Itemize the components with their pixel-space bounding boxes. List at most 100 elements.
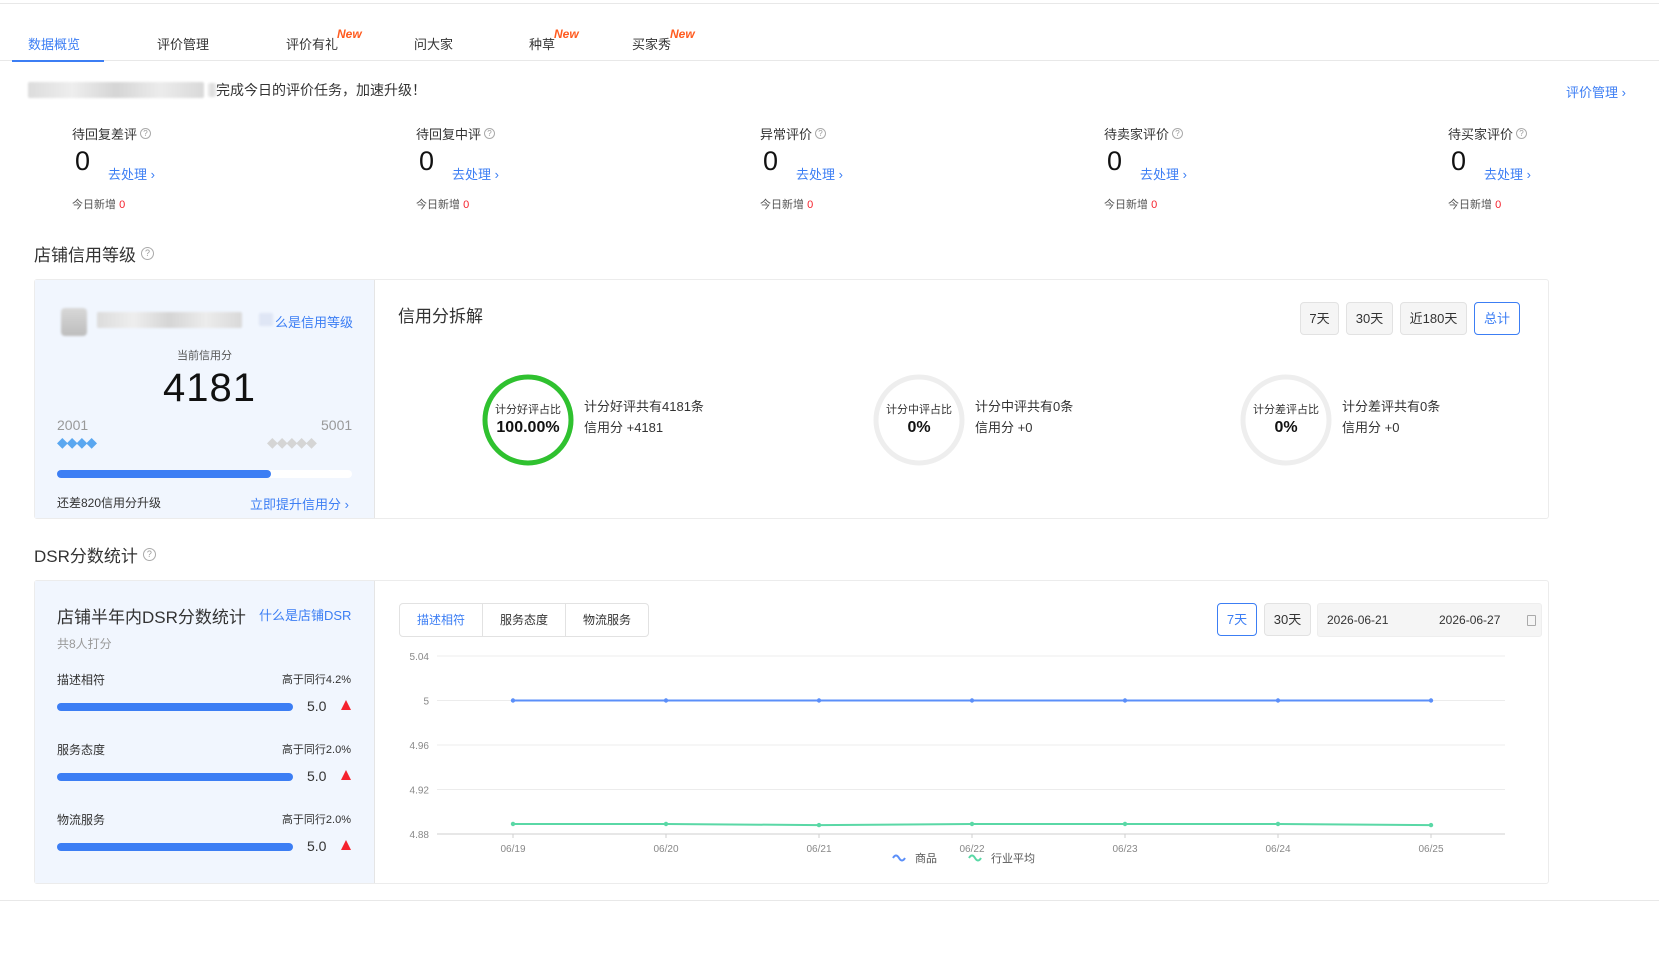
dsr-score: 5.0 <box>307 698 327 714</box>
today-new: 今日新增 0 <box>1448 199 1502 211</box>
tab-review-management[interactable]: 评价管理 <box>157 34 209 53</box>
dsr-period-7d-button[interactable]: 7天 <box>1217 603 1257 636</box>
stat-value: 0 <box>419 146 435 176</box>
stat-card: 异常评价? 0 去处理 › 今日新增 0 <box>760 124 940 211</box>
help-icon[interactable]: ? <box>141 247 154 260</box>
legend-swatch <box>892 854 906 862</box>
y-tick-label: 5.04 <box>410 652 430 663</box>
data-point <box>663 698 669 703</box>
data-point <box>969 821 975 827</box>
y-tick-label: 4.88 <box>410 830 430 841</box>
x-tick-label: 06/25 <box>1418 844 1443 855</box>
data-point <box>816 822 822 828</box>
current-credit-value: 4181 <box>163 366 256 410</box>
ring-percent: 0% <box>1274 419 1298 436</box>
blurred-fragment <box>259 313 273 326</box>
stat-card: 待回复中评? 0 去处理 › 今日新增 0 <box>416 124 596 211</box>
help-icon[interactable]: ? <box>1516 128 1528 139</box>
go-process-link[interactable]: 去处理 › <box>796 164 843 183</box>
period-180d-button[interactable]: 近180天 <box>1400 302 1467 335</box>
segment-service[interactable]: 服务态度 <box>483 604 567 636</box>
data-point <box>816 698 822 703</box>
review-manage-link[interactable]: 评价管理 › <box>1566 82 1626 101</box>
dsr-row-compare: 高于同行2.0% <box>281 814 351 826</box>
stat-value: 0 <box>1451 146 1467 176</box>
notice-bar: 完成今日的评价任务，加速升级！ <box>28 80 426 100</box>
dsr-row-label: 描述相符 <box>57 673 106 687</box>
dsr-card-title: 店铺半年内DSR分数统计 <box>57 608 246 627</box>
data-point <box>1275 698 1281 703</box>
segment-logistics[interactable]: 物流服务 <box>566 604 648 636</box>
help-icon[interactable]: ? <box>142 548 156 561</box>
dsr-section-title: DSR分数统计? <box>34 542 156 567</box>
stat-value: 0 <box>763 146 779 176</box>
what-is-dsr-link[interactable]: 什么是店铺DSR <box>259 605 351 624</box>
legend-swatch <box>968 854 982 862</box>
tab-overview[interactable]: 数据概览 <box>28 34 80 53</box>
y-tick-label: 4.96 <box>410 741 430 752</box>
breakdown-title: 信用分拆解 <box>398 307 483 326</box>
legend-label: 商品 <box>915 851 937 865</box>
data-point <box>1122 698 1128 703</box>
tab-buyer-show[interactable]: 买家秀 New <box>632 27 695 53</box>
help-icon[interactable]: ? <box>140 128 152 139</box>
tab-seeding[interactable]: 种草 New <box>529 27 579 53</box>
go-process-link[interactable]: 去处理 › <box>108 164 155 183</box>
x-tick-label: 06/24 <box>1265 844 1290 855</box>
y-tick-label: 4.92 <box>410 786 430 797</box>
go-process-link[interactable]: 去处理 › <box>452 164 499 183</box>
credit-progress-fill <box>57 470 271 478</box>
help-icon[interactable]: ? <box>484 128 496 139</box>
period-7d-button[interactable]: 7天 <box>1300 302 1339 335</box>
dsr-metric-selector: 描述相符 服务态度 物流服务 <box>399 603 650 637</box>
data-point <box>969 698 975 703</box>
data-point <box>1428 698 1434 703</box>
help-icon[interactable]: ? <box>815 128 827 139</box>
segment-description[interactable]: 描述相符 <box>400 604 484 636</box>
tab-ask-everyone[interactable]: 问大家 <box>414 34 453 53</box>
x-tick-label: 06/19 <box>500 844 525 855</box>
period-30d-button[interactable]: 30天 <box>1346 302 1393 335</box>
ring-label: 计分好评占比 <box>495 404 561 416</box>
date-start: 2026-06-21 <box>1327 613 1389 627</box>
ratio-ring: 计分中评占比 0% <box>871 372 967 468</box>
current-credit-label: 当前信用分 <box>177 350 232 362</box>
go-process-link[interactable]: 去处理 › <box>1140 164 1187 183</box>
date-range-picker[interactable]: 2026-06-21 2026-06-27 <box>1317 603 1542 637</box>
trend-up-icon <box>341 770 351 780</box>
period-total-button[interactable]: 总计 <box>1474 302 1520 335</box>
dsr-row-label: 物流服务 <box>57 813 106 827</box>
x-tick-label: 06/20 <box>653 844 678 855</box>
data-point <box>1122 821 1128 827</box>
today-new: 今日新增 0 <box>1104 199 1158 211</box>
tab-review-gift[interactable]: 评价有礼 New <box>286 27 362 53</box>
go-process-link[interactable]: 去处理 › <box>1484 164 1531 183</box>
ratio-ring: 计分好评占比 100.00% <box>480 372 576 468</box>
ratio-ring: 计分差评占比 0% <box>1238 372 1334 468</box>
ring-description: 计分中评共有0条 信用分 +0 <box>975 399 1074 435</box>
tab-bar: 数据概览 评价管理 评价有礼 New 问大家 种草 New 买家秀 New <box>0 4 1659 62</box>
dsr-score: 5.0 <box>307 768 327 784</box>
dsr-line-chart: 5.04 5 4.96 4.92 4.88 06/19 06/20 06/21 06/22 06/… <box>410 652 1505 865</box>
new-badge: New <box>670 27 695 41</box>
remain-text: 还差820信用分升级 <box>57 496 162 510</box>
stat-value: 0 <box>75 146 91 176</box>
today-new: 今日新增 0 <box>72 199 126 211</box>
data-point <box>510 698 516 703</box>
credit-panel: 么是信用等级 当前信用分 4181 2001 5001 ◆◆◆◆ ◆◆◆◆◆ 还… <box>34 279 1549 519</box>
dsr-period-30d-button[interactable]: 30天 <box>1264 603 1311 636</box>
credit-card: 么是信用等级 当前信用分 4181 2001 5001 ◆◆◆◆ ◆◆◆◆◆ 还… <box>35 280 375 518</box>
calendar-icon[interactable] <box>1527 615 1536 626</box>
stat-title: 待回复中评? <box>416 124 596 143</box>
notice-text: 完成今日的评价任务，加速升级！ <box>216 82 426 98</box>
blurred-shop-name <box>97 312 242 328</box>
blurred-fragment <box>208 83 216 97</box>
improve-credit-link[interactable]: 立即提升信用分 › <box>250 494 349 513</box>
help-icon[interactable]: ? <box>1172 128 1184 139</box>
blurred-shop-name <box>28 82 204 98</box>
dsr-score-bar <box>57 773 293 781</box>
ring-percent: 0% <box>907 419 931 436</box>
what-is-credit-link[interactable]: 么是信用等级 <box>275 312 353 331</box>
legend-label: 行业平均 <box>991 852 1035 865</box>
dsr-card: 店铺半年内DSR分数统计 什么是店铺DSR 共8人打分 描述相符 高于同行4.2… <box>35 581 375 883</box>
